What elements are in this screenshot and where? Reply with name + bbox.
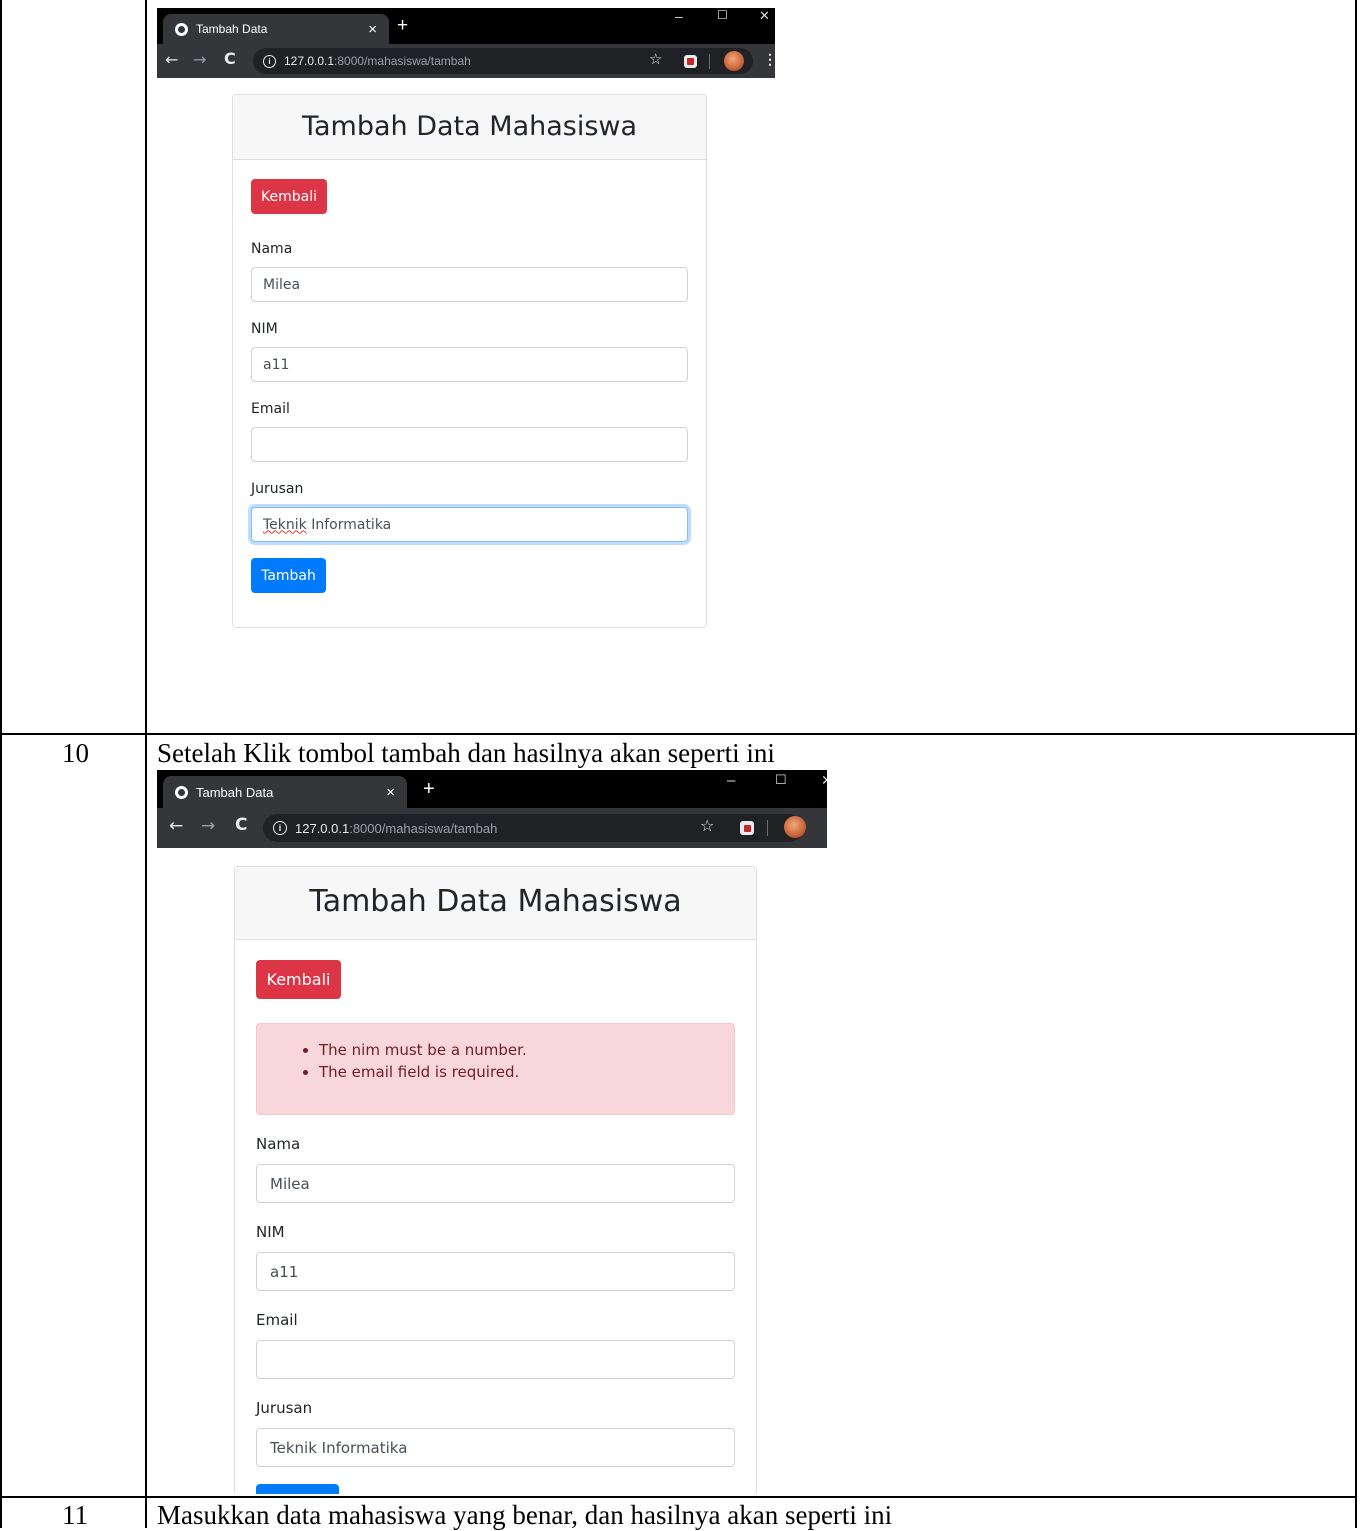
page-title: Tambah Data Mahasiswa [309, 884, 682, 919]
avatar-icon[interactable] [784, 816, 806, 838]
nim-input-value: a11 [270, 1262, 299, 1281]
info-icon[interactable]: i [263, 54, 276, 68]
error-item: The email field is required. [319, 1063, 734, 1081]
table-row-separator-10 [0, 733, 1357, 735]
page-title: Tambah Data Mahasiswa [301, 111, 638, 142]
nim-input-value: a11 [263, 356, 290, 373]
row-number-11: 11 [62, 1500, 88, 1530]
kembali-button[interactable]: Kembali [256, 960, 341, 999]
reload-icon[interactable]: C [235, 815, 247, 835]
error-alert: The nim must be a number. The email fiel… [256, 1023, 735, 1115]
email-input[interactable] [251, 427, 688, 462]
jurusan-input-value: Informatika [306, 516, 392, 533]
tab-strip: Tambah Data × + – ☐ ✕ [157, 770, 827, 808]
nama-input-value: Milea [263, 276, 301, 293]
nim-label: NIM [256, 1223, 285, 1241]
email-input[interactable] [256, 1340, 735, 1379]
new-tab-button[interactable]: + [397, 15, 408, 37]
jurusan-input[interactable]: Teknik Informatika [256, 1428, 735, 1467]
maximize-icon[interactable]: ☐ [775, 772, 787, 788]
browser-tab[interactable]: Tambah Data × [163, 14, 389, 44]
jurusan-input-value: Teknik Informatika [270, 1438, 408, 1457]
nama-label: Nama [256, 1135, 301, 1153]
tambah-button[interactable] [256, 1484, 339, 1494]
card-header: Tambah Data Mahasiswa [233, 95, 706, 160]
window-close-icon[interactable]: ✕ [821, 772, 827, 789]
toolbar-separator [709, 54, 710, 69]
address-bar[interactable]: i 127.0.0.1:8000/mahasiswa/tambah [263, 814, 803, 842]
extension-icon[interactable] [740, 821, 754, 835]
globe-icon [175, 785, 188, 799]
close-icon[interactable]: × [368, 21, 377, 38]
tab-title: Tambah Data [196, 784, 274, 800]
table-border-right [1355, 0, 1357, 1528]
jurusan-label: Jurusan [256, 1399, 313, 1417]
avatar-icon[interactable] [724, 51, 744, 71]
jurusan-input[interactable]: Teknik Informatika [251, 507, 688, 542]
url-host: 127.0.0.1 [295, 820, 350, 836]
email-label: Email [251, 401, 290, 417]
globe-icon [175, 22, 188, 36]
nama-input[interactable]: Milea [251, 267, 688, 302]
url-path: :8000/mahasiswa/tambah [349, 820, 498, 836]
new-tab-button[interactable]: + [423, 778, 435, 801]
kembali-button[interactable]: Kembali [251, 179, 327, 214]
error-item: The nim must be a number. [319, 1041, 734, 1059]
minimize-icon[interactable]: – [727, 772, 735, 789]
table-row-separator-11 [0, 1496, 1357, 1498]
star-icon[interactable]: ☆ [700, 816, 714, 835]
table-border-divider [145, 0, 147, 1528]
window-close-icon[interactable]: ✕ [759, 8, 770, 24]
close-icon[interactable]: × [386, 784, 395, 801]
email-label: Email [256, 1311, 298, 1329]
nama-label: Nama [251, 241, 293, 257]
form-card: Tambah Data Mahasiswa Kembali Nama Milea… [232, 94, 707, 628]
nim-input[interactable]: a11 [251, 347, 688, 382]
maximize-icon[interactable]: ☐ [717, 8, 728, 22]
form-card: Tambah Data Mahasiswa Kembali The nim mu… [234, 866, 757, 1494]
url-host: 127.0.0.1 [284, 54, 335, 68]
table-border-left [0, 0, 2, 1528]
jurusan-label: Jurusan [251, 481, 304, 497]
minimize-icon[interactable]: – [675, 8, 683, 24]
toolbar: ← → C i 127.0.0.1:8000/mahasiswa/tambah … [157, 44, 775, 78]
card-header: Tambah Data Mahasiswa [235, 867, 756, 940]
nim-input[interactable]: a11 [256, 1252, 735, 1291]
kebab-menu-icon[interactable]: ⋮ [763, 51, 775, 68]
row-text-11: Masukkan data mahasiswa yang benar, dan … [157, 1500, 893, 1530]
browser-screenshot-1: Tambah Data × + – ☐ ✕ ← → C i 127.0.0.1:… [157, 8, 775, 658]
url-path: :8000/mahasiswa/tambah [334, 54, 471, 68]
nama-input-value: Milea [270, 1174, 310, 1193]
star-icon[interactable]: ☆ [649, 50, 662, 68]
nim-label: NIM [251, 321, 278, 337]
row-number-10: 10 [62, 738, 89, 768]
tab-strip: Tambah Data × + – ☐ ✕ [157, 8, 775, 44]
reload-icon[interactable]: C [224, 49, 236, 68]
browser-tab[interactable]: Tambah Data × [163, 776, 407, 808]
tambah-button[interactable]: Tambah [251, 558, 326, 593]
browser-screenshot-2: Tambah Data × + – ☐ ✕ ← → C i 127.0.0.1:… [157, 770, 827, 1494]
error-list: The nim must be a number. The email fiel… [257, 1041, 734, 1081]
row-text-10: Setelah Klik tombol tambah dan hasilnya … [157, 738, 775, 768]
info-icon[interactable]: i [273, 821, 287, 835]
extension-icon[interactable] [684, 55, 697, 68]
toolbar: ← → C i 127.0.0.1:8000/mahasiswa/tambah … [157, 808, 827, 848]
arrow-right-icon[interactable]: → [193, 50, 206, 69]
arrow-left-icon[interactable]: ← [169, 816, 183, 836]
tab-title: Tambah Data [196, 22, 268, 36]
toolbar-separator [767, 820, 768, 836]
arrow-left-icon[interactable]: ← [165, 50, 178, 69]
nama-input[interactable]: Milea [256, 1164, 735, 1203]
jurusan-input-value-misspelled: Teknik [263, 516, 307, 533]
address-bar[interactable]: i 127.0.0.1:8000/mahasiswa/tambah [253, 48, 753, 74]
arrow-right-icon[interactable]: → [201, 816, 215, 836]
